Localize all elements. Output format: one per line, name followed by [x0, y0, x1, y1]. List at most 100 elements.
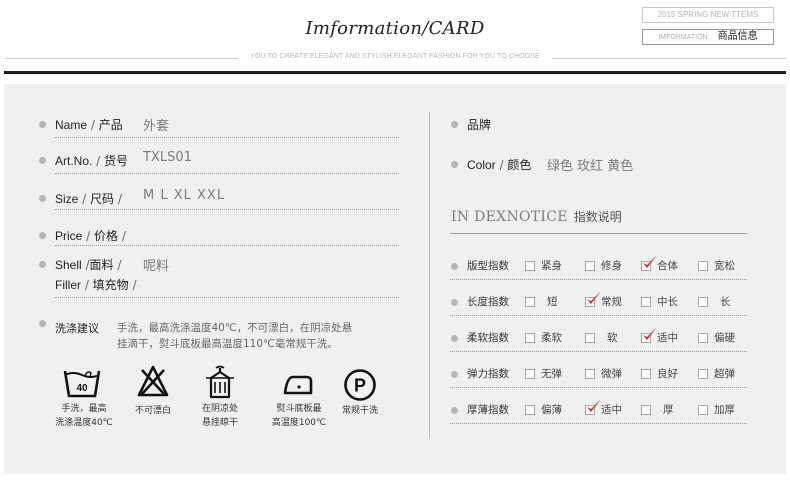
index-label: 版型指数: [467, 260, 509, 272]
index-checkbox[interactable]: [585, 369, 595, 379]
check-mark-icon: [587, 291, 601, 304]
name-label: Name / 产品: [55, 118, 123, 132]
index-checkbox[interactable]: [698, 405, 708, 415]
bullet-dot: [39, 121, 46, 128]
index-option-label: 超弹: [714, 368, 735, 380]
index-row-underline: [450, 387, 747, 388]
bullet-dot: [39, 320, 46, 327]
index-checkbox[interactable]: [525, 405, 535, 415]
index-option-label: 长: [720, 296, 731, 308]
index-option-label: 软: [607, 332, 618, 344]
price-label: Price / 价格 /: [55, 229, 126, 243]
notice-rule: [450, 233, 747, 234]
info-panel: Name / 产品 外套 Art.No. / 货号 TXLS01 Size / …: [4, 84, 786, 474]
index-checkbox[interactable]: [525, 261, 535, 271]
index-label: 弹力指数: [467, 368, 509, 380]
index-row-underline: [450, 423, 747, 424]
index-checkbox[interactable]: [525, 297, 535, 307]
shade-drip-dry-icon: [206, 365, 234, 399]
index-option-label: 紧身: [541, 260, 562, 272]
index-checkbox[interactable]: [698, 261, 708, 271]
hand-wash-40-icon: 40: [63, 370, 101, 398]
price-label-en: Price: [55, 229, 83, 243]
price-underline: [55, 245, 399, 246]
index-checkbox[interactable]: [698, 297, 708, 307]
size-underline: [55, 209, 399, 210]
index-checkbox[interactable]: [525, 369, 535, 379]
index-checkbox[interactable]: [641, 297, 651, 307]
index-option-label: 厚: [663, 404, 674, 416]
bullet-dot: [39, 232, 46, 239]
brand-label: 品牌: [467, 116, 491, 133]
index-row-underline: [450, 315, 747, 316]
index-checkbox[interactable]: [585, 261, 595, 271]
dry-clean-letter: P: [354, 376, 366, 396]
color-value: 绿色 玫红 黄色: [547, 159, 634, 174]
index-option-label: 宽松: [714, 260, 735, 272]
index-option-label: 良好: [657, 368, 678, 380]
shell-label: Shell /面料 /: [55, 258, 122, 272]
index-checkbox[interactable]: [641, 369, 651, 379]
season-tag: 2015 SPRING NEW TTEMS: [642, 7, 774, 23]
index-option-label: 偏硬: [714, 332, 735, 344]
filler-underline: [55, 297, 399, 298]
index-label: 厚薄指数: [467, 404, 509, 416]
index-row-underline: [450, 279, 747, 280]
index-checkbox[interactable]: [585, 333, 595, 343]
info-tag-en: IMFORMATION: [658, 34, 708, 41]
color-label-cn: 颜色: [507, 158, 532, 172]
index-label: 长度指数: [467, 296, 509, 308]
filler-label-cn: 填充物: [92, 278, 129, 292]
name-label-en: Name: [55, 118, 88, 132]
care-text-line2: 挂滴干，熨斗底板最高温度110℃毫常规干洗。: [117, 338, 338, 350]
care-caption: 常规干洗: [334, 404, 386, 418]
shell-label-en: Shell: [55, 258, 82, 272]
index-row-underline: [450, 351, 747, 352]
size-label-cn: 尺码: [90, 192, 115, 206]
care-caption: 在阴凉处 悬挂晾干: [192, 402, 248, 430]
bullet-dot: [451, 371, 458, 378]
bullet-dot: [39, 195, 46, 202]
index-option-label: 适中: [601, 404, 622, 416]
index-checkbox[interactable]: [525, 333, 535, 343]
notice-title-en: IN DEXNOTICE: [451, 209, 568, 225]
caption-line1: 熨斗底板最: [276, 404, 322, 414]
brand-label-cn: 品牌: [467, 118, 492, 132]
care-caption: 不可漂白: [125, 404, 181, 418]
index-option-label: 合体: [657, 260, 678, 272]
filler-label-en: Filler: [55, 278, 81, 292]
care-text-line1: 手洗，最高洗涤温度40℃，不可漂白，在阴凉处悬: [117, 322, 353, 334]
iron-icon: [283, 375, 313, 395]
index-option-label: 微弹: [601, 368, 622, 380]
size-label: Size / 尺码 /: [55, 192, 122, 206]
check-mark-icon: [587, 399, 601, 412]
index-checkbox[interactable]: [641, 405, 651, 415]
artno-value: TXLS01: [143, 150, 192, 165]
index-option-label: 加厚: [714, 404, 735, 416]
color-label-en: Color: [467, 158, 496, 172]
index-option-label: 常规: [601, 296, 622, 308]
subtitle-rule-right: [552, 58, 786, 59]
caption-line2: 高温度100℃: [271, 418, 327, 428]
filler-label: Filler / 填充物 /: [55, 278, 137, 292]
info-tag: IMFORMATION 商品信息: [642, 29, 774, 45]
index-notice-title: IN DEXNOTICE 指数说明: [451, 206, 622, 225]
info-tag-cn: 商品信息: [717, 31, 758, 42]
hand-wash-temp: 40: [76, 383, 88, 394]
index-checkbox[interactable]: [698, 333, 708, 343]
index-checkbox[interactable]: [698, 369, 708, 379]
header: Imformation/CARD YOU TO CREATE ELEGANT A…: [0, 0, 790, 78]
bullet-dot: [451, 335, 458, 342]
check-mark-icon: [643, 255, 657, 268]
caption-line2: 洗涤温度40℃: [55, 418, 113, 428]
index-option-label: 柔软: [541, 332, 562, 344]
notice-title-cn: 指数说明: [573, 210, 622, 224]
caption-line2: 悬挂晾干: [201, 418, 238, 428]
artno-label-en: Art.No.: [55, 154, 93, 168]
caption-line1: 不可漂白: [134, 406, 171, 416]
bullet-dot: [451, 161, 458, 168]
color-label: Color / 颜色: [467, 158, 532, 172]
artno-label-cn: 货号: [104, 154, 129, 168]
index-option-label: 适中: [657, 332, 678, 344]
header-divider: [4, 71, 786, 74]
